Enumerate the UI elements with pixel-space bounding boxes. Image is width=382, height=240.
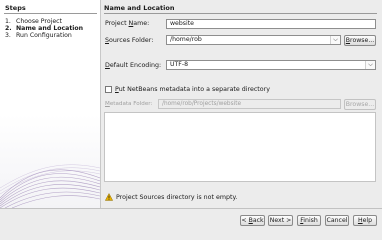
metadata-browse-button[interactable]: Browse... (344, 99, 376, 110)
chevron-down-icon[interactable]: ⌵ (330, 36, 340, 44)
section-divider (104, 13, 377, 14)
step-number: 2. (5, 25, 12, 32)
netbeans-metadata-checkbox[interactable] (105, 86, 112, 93)
project-name-input[interactable]: website (166, 19, 376, 29)
section-title: Name and Location (104, 4, 175, 12)
wizard-swoosh-decoration (0, 164, 100, 208)
step-label: Run Configuration (16, 32, 72, 39)
project-name-label: Project Name: (105, 20, 150, 27)
finish-button[interactable]: Finish (297, 215, 321, 226)
step-label: Choose Project (16, 18, 62, 25)
steps-divider (4, 13, 97, 14)
step-label: Name and Location (16, 25, 84, 32)
step-number: 1. (5, 18, 11, 25)
sources-folder-value: /home/rob (170, 36, 202, 43)
info-text-area (104, 112, 376, 182)
netbeans-metadata-label[interactable]: Put NetBeans metadata into a separate di… (115, 86, 270, 93)
default-encoding-select[interactable]: UTF-8 ⌵ (166, 60, 376, 70)
cancel-button[interactable]: Cancel (325, 215, 349, 226)
next-button[interactable]: Next > (268, 215, 293, 226)
step-choose-project: 1. Choose Project (5, 18, 62, 25)
step-run-configuration: 3. Run Configuration (5, 32, 72, 39)
metadata-folder-input[interactable]: /home/rob/Projects/website (158, 99, 341, 109)
metadata-folder-label: Metadata Folder: (105, 101, 153, 107)
warning-icon (105, 193, 113, 201)
chevron-down-icon[interactable]: ⌵ (365, 61, 375, 69)
sources-folder-combo[interactable]: /home/rob ⌵ (166, 35, 341, 45)
steps-panel: Steps 1. Choose Project 2. Name and Locati… (0, 0, 101, 208)
warning-message: Project Sources directory is not empty. (116, 194, 238, 201)
help-button[interactable]: Help (353, 215, 377, 226)
browse-button[interactable]: Browse... (344, 35, 376, 46)
sources-folder-label: Sources Folder: (105, 37, 154, 44)
step-number: 3. (5, 32, 11, 39)
steps-title: Steps (5, 4, 26, 12)
back-button[interactable]: < Back (240, 215, 265, 226)
default-encoding-value: UTF-8 (170, 61, 189, 68)
default-encoding-label: Default Encoding: (105, 62, 162, 69)
footer-divider (0, 208, 382, 209)
step-name-and-location: 2. Name and Location (5, 25, 83, 32)
